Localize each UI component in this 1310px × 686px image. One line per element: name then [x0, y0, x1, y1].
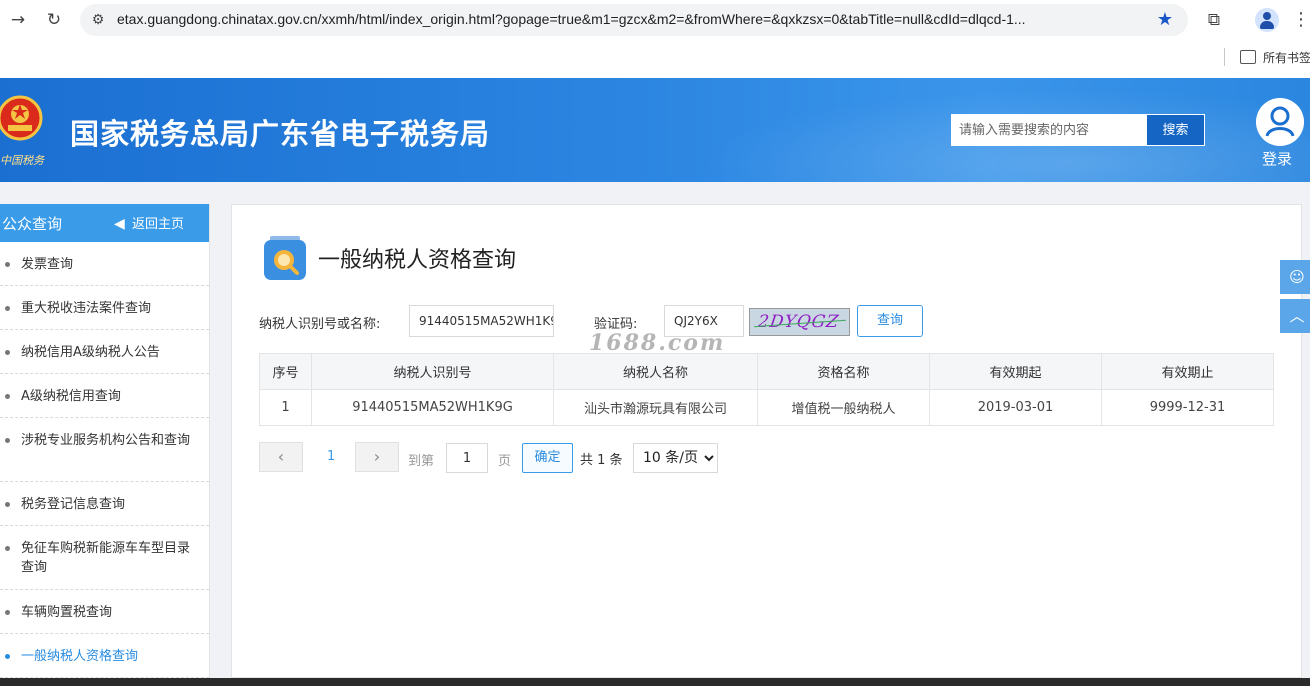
sidebar-item-label: 车辆购置税查询	[21, 605, 113, 620]
star-icon[interactable]: ★	[1153, 8, 1177, 32]
goto-label: 到第	[408, 454, 435, 469]
result-table: 序号 纳税人识别号 纳税人名称 资格名称 有效期起 有效期止 1 9144051…	[259, 353, 1274, 426]
sidebar-item-general-taxpayer[interactable]: 一般纳税人资格查询	[0, 634, 209, 678]
column-header: 资格名称	[757, 353, 930, 390]
goto-page-input[interactable]	[446, 443, 488, 473]
bookmarks-label[interactable]: 所有书签	[1263, 49, 1310, 66]
site-banner: 中国税务 国家税务总局广东省电子税务局 搜索 登录	[0, 78, 1310, 182]
sidebar-item-invoice-query[interactable]: 发票查询	[0, 242, 209, 286]
profile-icon[interactable]	[1255, 8, 1279, 32]
reload-icon[interactable]: ↻	[42, 8, 66, 32]
main-panel	[231, 204, 1302, 678]
search-document-icon	[264, 236, 306, 280]
current-page-number[interactable]: 1	[327, 449, 335, 464]
column-header: 有效期止	[1101, 353, 1274, 390]
total-count: 共 1 条	[580, 453, 623, 468]
address-bar[interactable]: ⚙ etax.guangdong.chinatax.gov.cn/xxmh/ht…	[80, 4, 1188, 36]
sidebar-item-credit-a-notice[interactable]: 纳税信用A级纳税人公告	[0, 330, 209, 374]
watermark: 1688.com	[589, 330, 726, 356]
table-header-row: 序号 纳税人识别号 纳税人名称 资格名称 有效期起 有效期止	[259, 353, 1274, 390]
table-cell: 汕头市瀚源玩具有限公司	[553, 389, 758, 426]
back-to-top-button[interactable]: ︿	[1280, 299, 1310, 333]
sidebar-title: 公众查询	[2, 215, 63, 233]
sidebar-item-label: 重大税收违法案件查询	[21, 301, 152, 316]
column-header: 纳税人识别号	[311, 353, 554, 390]
emblem-caption: 中国税务	[0, 154, 44, 167]
sidebar-item-major-violation[interactable]: 重大税收违法案件查询	[0, 286, 209, 330]
back-home-label: 返回主页	[132, 217, 185, 232]
sidebar-item-label: 一般纳税人资格查询	[21, 649, 139, 664]
sidebar-item-label: 涉税专业服务机构公告和查询	[21, 433, 191, 448]
bullet-icon	[5, 262, 10, 267]
bullet-icon	[5, 306, 10, 311]
query-button[interactable]: 查询	[857, 305, 923, 337]
sidebar-header: 公众查询 ◀ 返回主页	[0, 204, 209, 242]
sidebar-item-label: 免征车购税新能源车车型目录查询	[21, 541, 191, 575]
page-title: 一般纳税人资格查询	[318, 248, 517, 273]
sidebar-item-label: A级纳税信用查询	[21, 389, 121, 404]
folder-icon[interactable]	[1240, 50, 1256, 64]
tax-emblem-icon	[0, 95, 43, 141]
sidebar: 公众查询 ◀ 返回主页 发票查询 重大税收违法案件查询 纳税信用A级纳税人公告 A…	[0, 204, 210, 678]
captcha-image[interactable]: 2DYQGZ	[749, 308, 850, 336]
table-cell: 增值税一般纳税人	[757, 389, 930, 426]
url-text[interactable]: etax.guangdong.chinatax.gov.cn/xxmh/html…	[117, 11, 1147, 27]
wechat-float-button[interactable]: ☺	[1280, 260, 1310, 294]
table-cell: 1	[259, 389, 312, 426]
user-icon[interactable]	[1256, 98, 1304, 146]
bullet-icon	[5, 654, 10, 659]
bullet-icon	[5, 546, 10, 551]
bullet-icon	[5, 502, 10, 507]
page-unit-label: 页	[498, 454, 512, 469]
bullet-icon	[5, 438, 10, 443]
sidebar-item-vehicle-tax[interactable]: 车辆购置税查询	[0, 590, 209, 634]
chevron-up-icon: ︿	[1289, 307, 1305, 325]
sidebar-item-agency-notice[interactable]: 涉税专业服务机构公告和查询	[0, 418, 209, 482]
sidebar-item-label: 税务登记信息查询	[21, 497, 126, 512]
tune-icon[interactable]: ⚙	[88, 10, 108, 30]
bullet-icon	[5, 610, 10, 615]
table-row: 1 91440515MA52WH1K9G 汕头市瀚源玩具有限公司 增值税一般纳税…	[259, 389, 1274, 426]
column-header: 纳税人名称	[553, 353, 758, 390]
prev-page-button[interactable]: ‹	[259, 442, 303, 472]
search-input[interactable]	[951, 114, 1146, 146]
bullet-icon	[5, 394, 10, 399]
goto-confirm-button[interactable]: 确定	[522, 443, 573, 473]
bullet-icon	[5, 350, 10, 355]
table-cell: 2019-03-01	[929, 389, 1102, 426]
site-title: 国家税务总局广东省电子税务局	[70, 117, 491, 151]
table-cell: 91440515MA52WH1K9G	[311, 389, 554, 426]
menu-icon[interactable]: ⋮	[1292, 8, 1310, 32]
back-arrow-icon: ◀	[114, 216, 125, 232]
sidebar-item-registration-query[interactable]: 税务登记信息查询	[0, 482, 209, 526]
column-header: 有效期起	[929, 353, 1102, 390]
taskbar	[0, 678, 1310, 686]
search-button[interactable]: 搜索	[1146, 114, 1205, 146]
page-size-select[interactable]: 10 条/页	[633, 443, 718, 473]
login-link[interactable]: 登录	[1262, 148, 1292, 169]
back-home-link[interactable]: ◀ 返回主页	[114, 213, 184, 233]
next-page-button[interactable]: ›	[355, 442, 399, 472]
bookmark-divider	[1224, 48, 1225, 66]
wechat-icon: ☺	[1289, 268, 1305, 286]
puzzle-icon[interactable]: ⧉	[1202, 8, 1226, 32]
sidebar-item-ev-catalog[interactable]: 免征车购税新能源车车型目录查询	[0, 526, 209, 590]
column-header: 序号	[259, 353, 312, 390]
taxpayer-input[interactable]	[409, 305, 554, 337]
browser-toolbar: → ↻ ⚙ etax.guangdong.chinatax.gov.cn/xxm…	[0, 0, 1310, 78]
sidebar-item-label: 纳税信用A级纳税人公告	[21, 345, 160, 360]
back-arrow-icon[interactable]: →	[6, 8, 30, 32]
sidebar-item-label: 发票查询	[21, 257, 74, 272]
taxpayer-label: 纳税人识别号或名称:	[259, 317, 381, 332]
sidebar-item-credit-a-query[interactable]: A级纳税信用查询	[0, 374, 209, 418]
table-cell: 9999-12-31	[1101, 389, 1274, 426]
